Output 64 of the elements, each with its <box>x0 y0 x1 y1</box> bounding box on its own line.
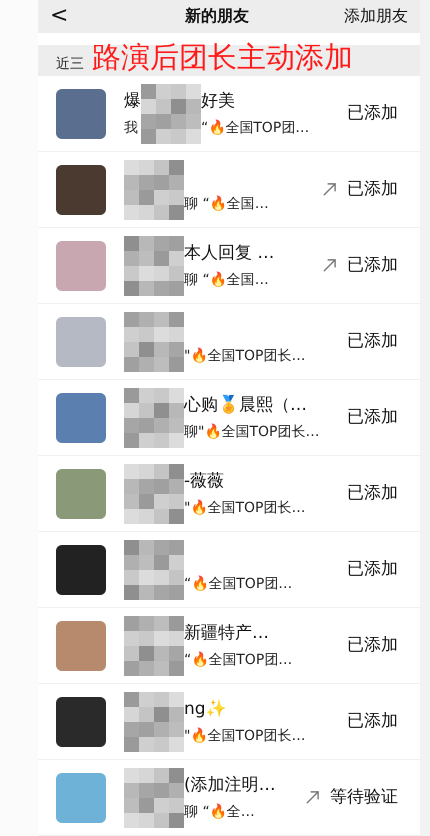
contact-name: 本人回复 … <box>184 242 274 264</box>
pixelated-blur <box>124 388 184 448</box>
request-message: “🔥全国TOP团… <box>184 574 292 594</box>
pixelated-blur <box>124 312 184 372</box>
pixelated-blur <box>124 768 184 828</box>
status-label: 已添加 <box>347 482 398 505</box>
avatar-photo-placeholder <box>56 772 106 822</box>
friend-row[interactable]: 本人回复 … 聊 “🔥全国… 已添加 <box>38 228 420 304</box>
contact-name: (添加注明… <box>184 774 276 796</box>
status-label: 已添加 <box>347 406 398 429</box>
request-message: 聊 “🔥全… <box>184 802 256 822</box>
request-message: 聊 “🔥全国… <box>184 194 269 214</box>
avatar-photo-placeholder <box>56 620 106 670</box>
status-label: 已添加 <box>347 254 398 277</box>
request-message: “🔥全国TOP团… <box>201 118 310 138</box>
contact-name: 爆 <box>124 90 141 112</box>
contact-name: 好美 <box>201 90 236 112</box>
request-message: “🔥全国TOP团… <box>184 650 292 670</box>
friend-row[interactable]: ng✨ "🔥全国TOP团长… 已添加 <box>38 684 420 760</box>
avatar-photo-placeholder <box>56 392 106 442</box>
contact-name: -薇薇 <box>184 470 226 492</box>
friend-row[interactable]: 新疆特产… “🔥全国TOP团… 已添加 <box>38 608 420 684</box>
avatar-photo-placeholder <box>56 696 106 746</box>
request-message: 我 <box>124 118 139 138</box>
friend-row[interactable]: "🔥全国TOP团长… 已添加 <box>38 304 420 380</box>
friend-row[interactable]: -薇薇 "🔥全国TOP团长… 已添加 <box>38 456 420 532</box>
avatar-photo-placeholder <box>56 88 106 138</box>
annotation-text: 路演后团长主动添加 <box>92 39 353 76</box>
contact-name: 新疆特产… <box>184 622 270 644</box>
pixelated-blur <box>141 84 201 144</box>
pixelated-blur <box>124 692 184 752</box>
contact-name: 心购🏅晨熙（… <box>184 394 308 416</box>
section-title: 近三 <box>56 55 84 74</box>
contact-name: ng✨ <box>184 698 228 720</box>
request-message: "🔥全国TOP团长… <box>184 726 306 746</box>
friend-row[interactable]: 心购🏅晨熙（… 聊"🔥全国TOP团长… 已添加 <box>38 380 420 456</box>
friend-row[interactable]: “🔥全国TOP团… 已添加 <box>38 532 420 608</box>
back-button[interactable]: < <box>50 5 90 28</box>
status-label: 已添加 <box>347 102 398 125</box>
status-label: 已添加 <box>347 558 398 581</box>
request-message: 聊 “🔥全国… <box>184 270 270 290</box>
pixelated-blur <box>124 236 184 296</box>
friend-row[interactable]: 爆 我 好美 “🔥全国TOP团… 已添加 <box>38 76 420 152</box>
friend-row[interactable]: (添加注明… 聊 “🔥全… 等待验证 <box>38 760 420 836</box>
pixelated-blur <box>124 464 184 524</box>
status-label: 已添加 <box>347 330 398 353</box>
pixelated-blur <box>124 160 184 220</box>
status-label: 等待验证 <box>330 786 398 809</box>
status-label: 已添加 <box>347 178 398 201</box>
pixelated-blur <box>124 616 184 676</box>
pixelated-blur <box>124 540 184 600</box>
avatar-photo-placeholder <box>56 164 106 214</box>
avatar-photo-placeholder <box>56 544 106 594</box>
add-friends-button[interactable]: 添加朋友 <box>344 4 408 28</box>
status-label: 已添加 <box>347 710 398 733</box>
avatar-photo-placeholder <box>56 316 106 366</box>
page-title: 新的朋友 <box>185 5 249 28</box>
request-message: "🔥全国TOP团长… <box>184 498 306 518</box>
status-label: 已添加 <box>347 634 398 657</box>
avatar-photo-placeholder <box>56 468 106 518</box>
request-message: 聊"🔥全国TOP团长… <box>184 422 320 442</box>
avatar-photo-placeholder <box>56 240 106 290</box>
friend-row[interactable]: 聊 “🔥全国… 已添加 <box>38 152 420 228</box>
request-message: "🔥全国TOP团长… <box>184 346 306 366</box>
